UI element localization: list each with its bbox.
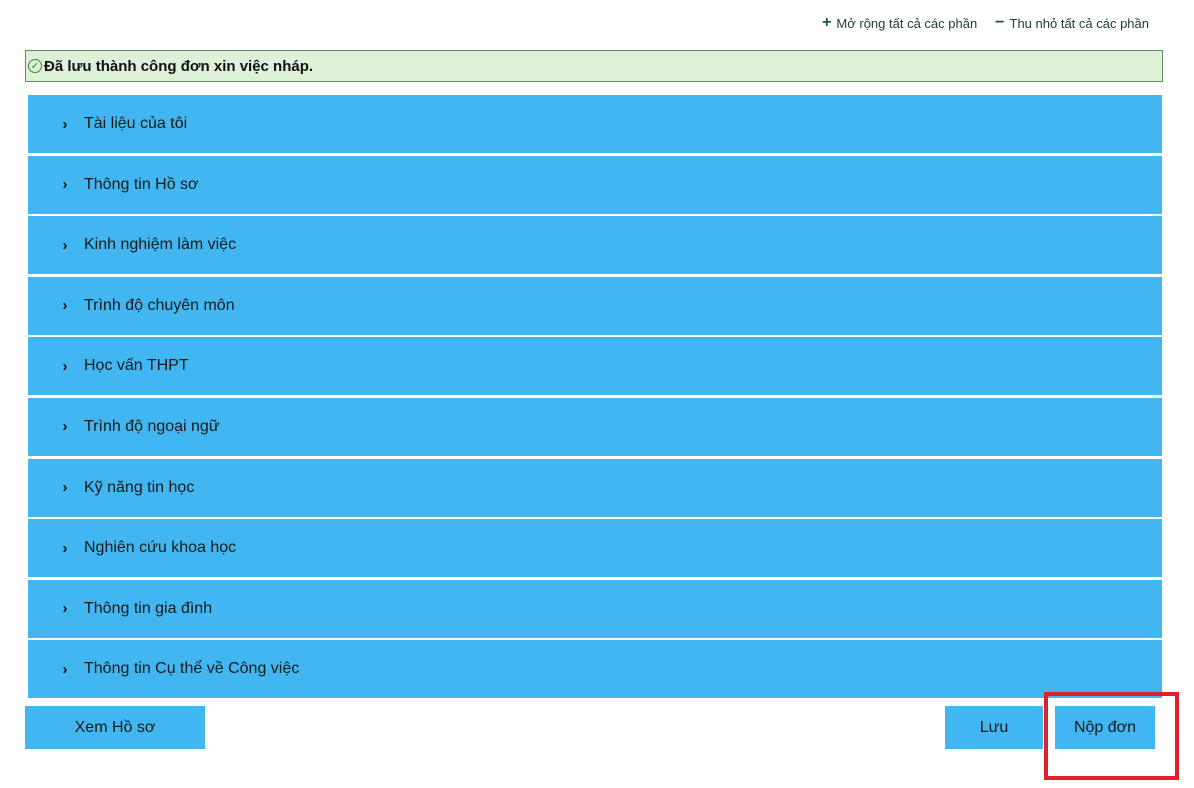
section-profile-info[interactable]: › Thông tin Hồ sơ bbox=[28, 155, 1162, 214]
section-family-info[interactable]: › Thông tin gia đình bbox=[28, 579, 1162, 638]
section-label: Trình độ chuyên môn bbox=[84, 296, 235, 314]
section-languages[interactable]: › Trình độ ngoại ngữ bbox=[28, 397, 1162, 456]
success-alert: ✓ Đã lưu thành công đơn xin việc nháp. bbox=[25, 50, 1163, 82]
save-button[interactable]: Lưu bbox=[945, 706, 1043, 749]
section-job-specific-info[interactable]: › Thông tin Cụ thể về Công việc bbox=[28, 640, 1162, 699]
check-circle-icon: ✓ bbox=[28, 59, 42, 73]
section-research[interactable]: › Nghiên cứu khoa học bbox=[28, 519, 1162, 578]
expand-all-link[interactable]: + Mở rộng tất cả các phần bbox=[822, 15, 977, 31]
chevron-right-icon: › bbox=[62, 176, 68, 194]
chevron-right-icon: › bbox=[62, 660, 68, 678]
chevron-right-icon: › bbox=[62, 357, 68, 375]
chevron-right-icon: › bbox=[62, 297, 68, 315]
alert-message: Đã lưu thành công đơn xin việc nháp. bbox=[44, 57, 314, 75]
section-label: Thông tin Hồ sơ bbox=[84, 175, 199, 193]
plus-icon: + bbox=[822, 14, 832, 31]
section-label: Học vấn THPT bbox=[84, 357, 189, 375]
section-label: Kỹ năng tin học bbox=[84, 478, 195, 496]
section-list: › Tài liệu của tôi › Thông tin Hồ sơ › K… bbox=[28, 95, 1162, 701]
chevron-right-icon: › bbox=[62, 539, 68, 557]
chevron-right-icon: › bbox=[62, 479, 68, 497]
chevron-right-icon: › bbox=[62, 115, 68, 133]
section-label: Nghiên cứu khoa học bbox=[84, 539, 237, 557]
section-label: Trình độ ngoại ngữ bbox=[84, 417, 220, 435]
collapse-all-link[interactable]: − Thu nhỏ tất cả các phần bbox=[995, 15, 1149, 31]
section-label: Tài liệu của tôi bbox=[84, 115, 188, 132]
collapse-all-label: Thu nhỏ tất cả các phần bbox=[1009, 15, 1149, 31]
section-label: Thông tin gia đình bbox=[84, 599, 213, 617]
section-label: Kinh nghiệm làm việc bbox=[84, 236, 237, 254]
section-computer-skills[interactable]: › Kỹ năng tin học bbox=[28, 458, 1162, 517]
minus-icon: − bbox=[995, 14, 1005, 31]
section-label: Thông tin Cụ thể về Công việc bbox=[84, 660, 300, 678]
section-work-experience[interactable]: › Kinh nghiệm làm việc bbox=[28, 216, 1162, 275]
submit-application-button[interactable]: Nộp đơn bbox=[1055, 706, 1155, 749]
top-links: + Mở rộng tất cả các phần − Thu nhỏ tất … bbox=[822, 15, 1149, 31]
view-profile-button[interactable]: Xem Hồ sơ bbox=[25, 706, 205, 749]
expand-all-label: Mở rộng tất cả các phần bbox=[836, 15, 978, 31]
section-high-school[interactable]: › Học vấn THPT bbox=[28, 337, 1162, 396]
section-qualifications[interactable]: › Trình độ chuyên môn bbox=[28, 276, 1162, 335]
section-my-documents[interactable]: › Tài liệu của tôi bbox=[28, 95, 1162, 153]
chevron-right-icon: › bbox=[62, 600, 68, 618]
chevron-right-icon: › bbox=[62, 418, 68, 436]
chevron-right-icon: › bbox=[62, 236, 68, 254]
